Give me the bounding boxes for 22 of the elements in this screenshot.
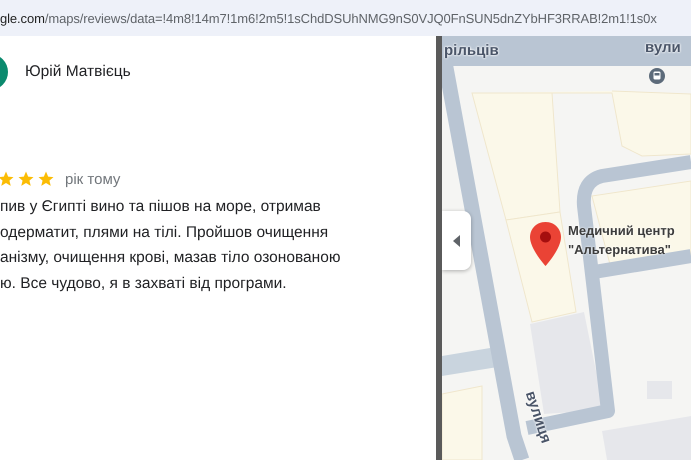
street-label: рільців (444, 42, 499, 59)
url-path: /maps/reviews/data=!4m8!14m7!1m6!2m5!1sChdDSUhNMG9nS0VJQ0FnSUN5dnZYbHF3RRAB!2m1!1s0x (44, 10, 657, 26)
review-time: рік тому (65, 170, 120, 188)
street-label: вулиця (522, 389, 555, 446)
collapse-panel-button[interactable] (442, 211, 471, 270)
review-text-line: ю. Все чудово, я в захваті від програми. (0, 274, 288, 294)
map[interactable]: рільців вули вулиця Медичний центр "Альтернатива" (442, 36, 691, 460)
place-label[interactable]: "Альтернатива" (568, 240, 675, 259)
url-host: gle.com (0, 10, 45, 26)
star-icon (17, 170, 35, 188)
location-pin-icon[interactable] (529, 221, 562, 267)
star-icon (0, 170, 15, 188)
street-label: вули (645, 39, 681, 56)
star-icon (37, 170, 55, 188)
review-text-line: пив у Єгипті вино та пішов на море, отримав (0, 197, 322, 217)
place-label[interactable]: Медичний центр (568, 221, 675, 240)
author-name: Юрій Матвієць (25, 63, 131, 81)
bus-stop-icon[interactable] (649, 68, 665, 84)
address-bar[interactable]: gle.com/maps/reviews/data=!4m8!14m7!1m6!2m5!1sChdDSUhNMG9nS0VJQ0FnSUN5dnZYbHF3RRAB!2m1!1s0x (0, 0, 691, 36)
review-text-line: одерматит, плями на тілі. Пройшов очищення (0, 222, 330, 242)
caret-icon (453, 234, 460, 246)
review-text-line: анізму, очищення крові, мазав тіло озонованою (0, 248, 342, 268)
